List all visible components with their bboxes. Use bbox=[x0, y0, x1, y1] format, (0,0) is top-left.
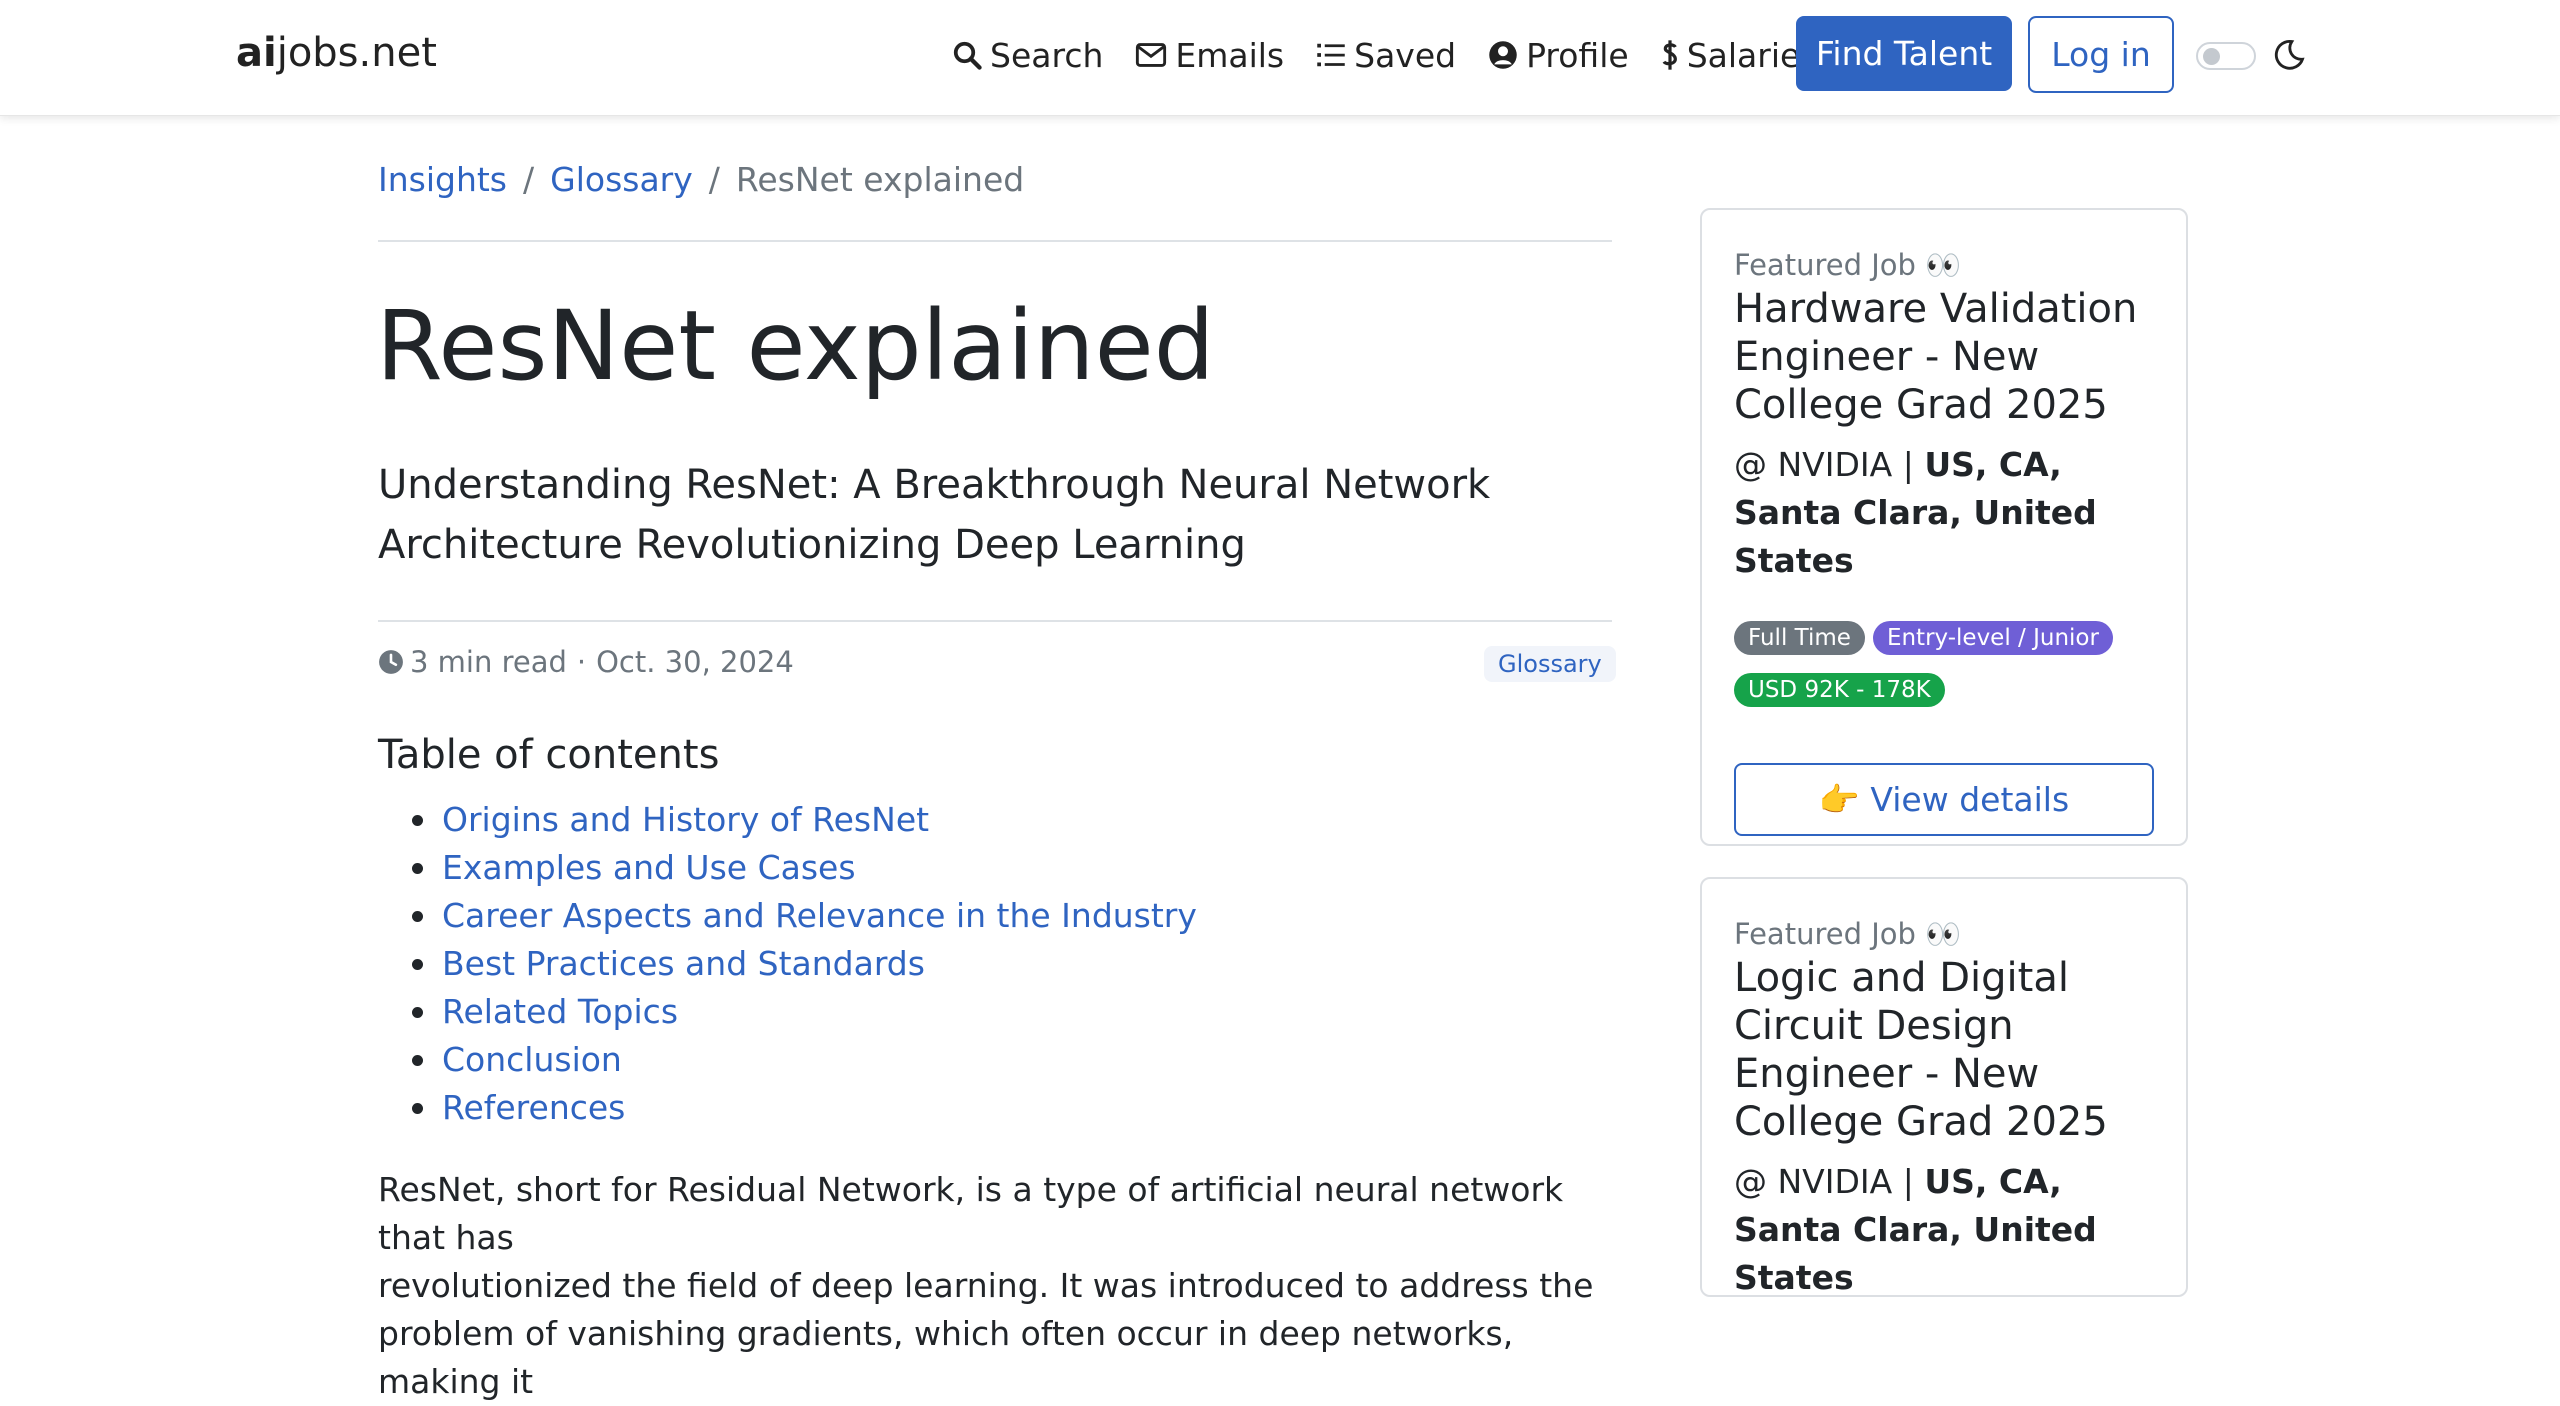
article-lead: Understanding ResNet: A Breakthrough Neu… bbox=[378, 462, 1491, 568]
featured-job-card: Featured Job 👀 Hardware Validation Engin… bbox=[1700, 208, 2188, 846]
job-title[interactable]: Hardware Validation Engineer - New Colle… bbox=[1734, 285, 2154, 429]
toc-link[interactable]: Conclusion bbox=[442, 1040, 622, 1079]
moon-icon[interactable] bbox=[2272, 38, 2306, 72]
intro-line: problem of vanishing gradients, which of… bbox=[378, 1314, 1514, 1401]
search-icon bbox=[953, 41, 982, 70]
job-company-location: @ NVIDIA | US, CA, Santa Clara, United S… bbox=[1734, 1158, 2154, 1302]
nav-profile[interactable]: Profile bbox=[1488, 36, 1629, 75]
breadcrumb-separator: / bbox=[523, 160, 535, 199]
meta-dot: · bbox=[576, 645, 587, 679]
breadcrumb: Insights / Glossary / ResNet explained bbox=[378, 160, 1024, 199]
read-time: 3 min read bbox=[410, 645, 567, 679]
toc-item: Origins and History of ResNet bbox=[378, 796, 1197, 844]
toc-heading: Table of contents bbox=[378, 732, 720, 778]
envelope-icon bbox=[1136, 43, 1167, 67]
article-intro: ResNet, short for Residual Network, is a… bbox=[378, 1166, 1628, 1406]
breadcrumb-separator: / bbox=[708, 160, 720, 199]
toggle-knob bbox=[2203, 48, 2220, 65]
job-company-location: @ NVIDIA | US, CA, Santa Clara, United S… bbox=[1734, 441, 2154, 585]
featured-job-card: Featured Job 👀 Logic and Digital Circuit… bbox=[1700, 877, 2188, 1297]
toc-link[interactable]: Examples and Use Cases bbox=[442, 848, 856, 887]
divider bbox=[378, 240, 1612, 242]
category-badge[interactable]: Glossary bbox=[1484, 646, 1616, 682]
tag-employment-type[interactable]: Full Time bbox=[1734, 621, 1865, 655]
toc-item: Related Topics bbox=[378, 988, 1197, 1036]
tag-salary[interactable]: USD 92K - 178K bbox=[1734, 673, 1945, 707]
toc-link[interactable]: Best Practices and Standards bbox=[442, 944, 925, 983]
article-meta: 3 min read · Oct. 30, 2024 bbox=[378, 645, 794, 679]
clock-icon bbox=[379, 650, 403, 674]
breadcrumb-insights[interactable]: Insights bbox=[378, 160, 507, 199]
divider bbox=[378, 620, 1612, 622]
job-tags: Full Time Entry-level / Junior USD 92K -… bbox=[1734, 621, 2164, 707]
toc-item: Conclusion bbox=[378, 1036, 1197, 1084]
nav-emails[interactable]: Emails bbox=[1135, 36, 1284, 75]
find-talent-button[interactable]: Find Talent bbox=[1796, 16, 2012, 91]
page-title: ResNet explained bbox=[376, 290, 1215, 402]
toc-item: References bbox=[378, 1084, 1197, 1132]
toc-link[interactable]: Related Topics bbox=[442, 992, 678, 1031]
nav-saved[interactable]: Saved bbox=[1316, 36, 1456, 75]
nav-search[interactable]: Search bbox=[952, 36, 1103, 75]
featured-job-label: Featured Job 👀 bbox=[1734, 917, 1962, 951]
top-navbar: aijobs.net Search Emails Saved Profile S… bbox=[0, 0, 2560, 116]
toc-link[interactable]: Origins and History of ResNet bbox=[442, 800, 929, 839]
dollar-icon bbox=[1662, 40, 1677, 70]
toc-list: Origins and History of ResNet Examples a… bbox=[378, 796, 1197, 1132]
publish-date: Oct. 30, 2024 bbox=[596, 645, 794, 679]
list-icon bbox=[1317, 43, 1345, 67]
brand-logo[interactable]: aijobs.net bbox=[236, 30, 437, 76]
toc-item: Examples and Use Cases bbox=[378, 844, 1197, 892]
breadcrumb-current: ResNet explained bbox=[735, 160, 1025, 199]
nav-salaries[interactable]: Salaries bbox=[1661, 36, 1817, 75]
toc-item: Career Aspects and Relevance in the Indu… bbox=[378, 892, 1197, 940]
featured-job-label: Featured Job 👀 bbox=[1734, 248, 1962, 282]
theme-toggle-switch[interactable] bbox=[2196, 42, 2256, 70]
job-company: @ NVIDIA | bbox=[1734, 445, 1914, 484]
login-button[interactable]: Log in bbox=[2028, 16, 2174, 93]
job-company: @ NVIDIA | bbox=[1734, 1162, 1914, 1201]
intro-line: ResNet, short for Residual Network, is a… bbox=[378, 1170, 1564, 1257]
toc-link[interactable]: References bbox=[442, 1088, 625, 1127]
intro-line: revolutionized the field of deep learnin… bbox=[378, 1266, 1594, 1305]
user-circle-icon bbox=[1489, 41, 1517, 69]
view-details-button[interactable]: 👉 View details bbox=[1734, 763, 2154, 836]
breadcrumb-glossary[interactable]: Glossary bbox=[550, 160, 693, 199]
nav-links: Search Emails Saved Profile Salaries bbox=[952, 0, 1849, 110]
toc-link[interactable]: Career Aspects and Relevance in the Indu… bbox=[442, 896, 1197, 935]
job-title[interactable]: Logic and Digital Circuit Design Enginee… bbox=[1734, 954, 2154, 1146]
tag-experience-level[interactable]: Entry-level / Junior bbox=[1872, 621, 2113, 655]
toc-item: Best Practices and Standards bbox=[378, 940, 1197, 988]
